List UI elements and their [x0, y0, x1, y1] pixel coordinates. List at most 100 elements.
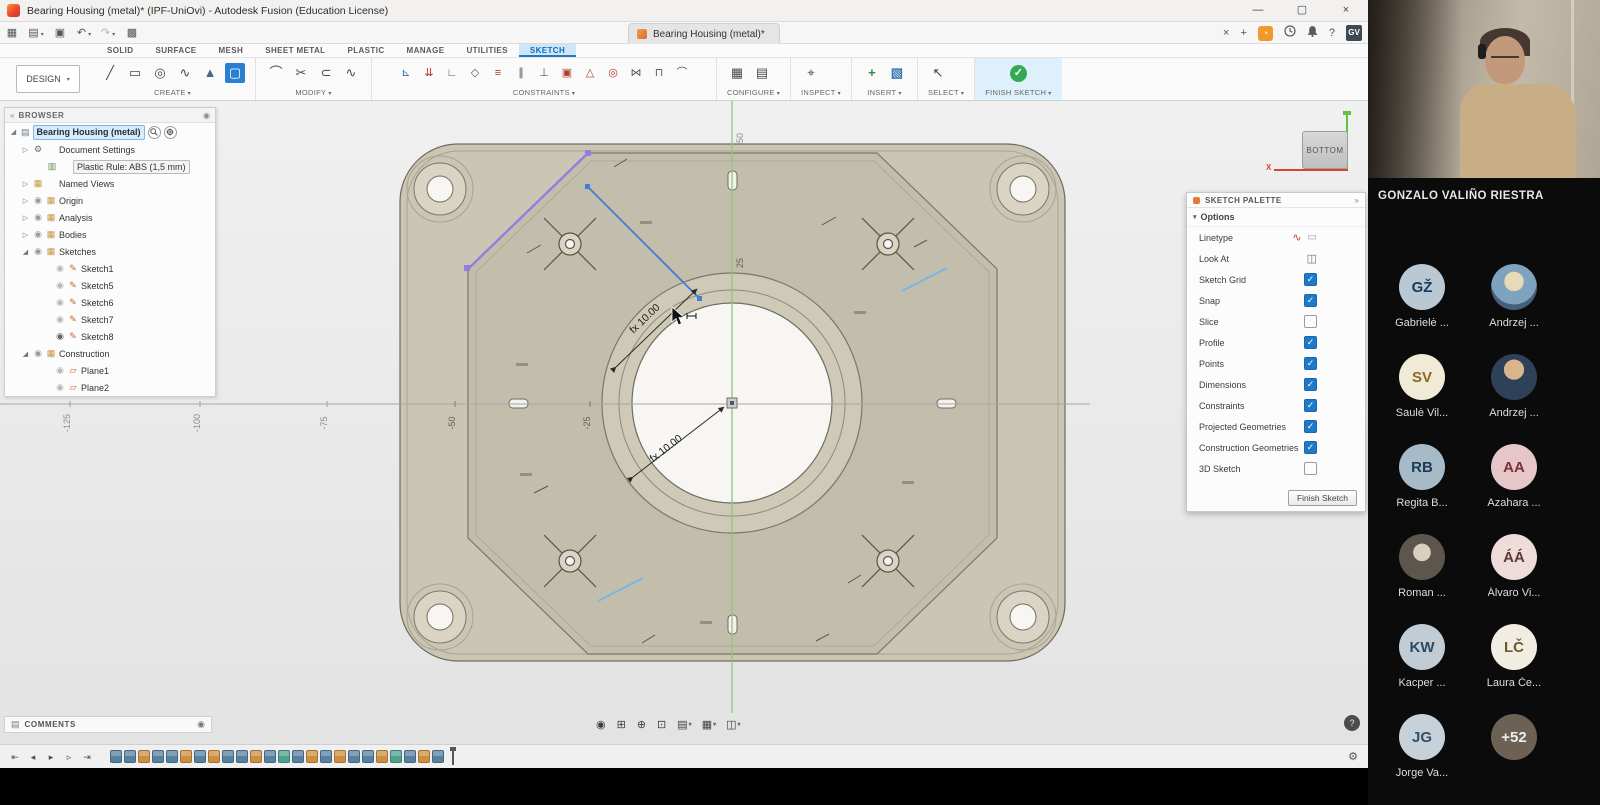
ordinate-dimension-icon[interactable]: ⇊ [421, 64, 437, 82]
participant-tile[interactable]: +52 [1468, 702, 1560, 792]
slot-icon[interactable]: ▢ [225, 63, 245, 83]
browser-row-label[interactable]: Origin [59, 196, 83, 206]
visibility-eye-icon[interactable]: ◉ [33, 212, 43, 223]
midpoint-icon[interactable]: ⊓ [651, 64, 667, 82]
timeline-feature-icon[interactable] [166, 750, 178, 763]
participant-tile[interactable]: JG Jorge Va... [1376, 702, 1468, 792]
participant-avatar[interactable]: GŽ [1399, 264, 1445, 310]
browser-row-label[interactable]: Sketch1 [81, 264, 114, 274]
ribbon-tab[interactable]: MANAGE [396, 44, 456, 57]
configure-table-icon[interactable]: ▦ [727, 63, 747, 83]
participant-avatar[interactable] [1399, 534, 1445, 580]
palette-row-control[interactable] [1307, 252, 1317, 265]
participant-tile[interactable]: GŽ Gabrielė ... [1376, 252, 1468, 342]
browser-root-row[interactable]: ◢ ▤ Bearing Housing (metal) [5, 123, 215, 141]
parallel-icon[interactable]: ∥ [513, 64, 529, 82]
browser-row[interactable]: ◉ ✎ Sketch5 [5, 277, 215, 294]
timeline-feature-icon[interactable] [180, 750, 192, 763]
participant-avatar[interactable]: KW [1399, 624, 1445, 670]
finish-sketch-dropdown[interactable]: FINISH SKETCH [985, 88, 1051, 97]
trim-icon[interactable]: ✂ [291, 63, 311, 83]
browser-row-label[interactable]: Plane1 [81, 366, 109, 376]
browser-header[interactable]: « BROWSER ◉ [5, 108, 215, 123]
visibility-eye-icon[interactable]: ◉ [33, 229, 43, 240]
browser-row[interactable]: ◉ ▱ Plane1 [5, 362, 215, 379]
spline-icon[interactable]: ∿ [175, 63, 195, 83]
timeline-scrubber[interactable] [452, 749, 454, 765]
symmetry-icon[interactable]: ⋈ [628, 64, 644, 82]
participant-tile[interactable]: LČ Laura Če... [1468, 612, 1560, 702]
modify-dropdown[interactable]: MODIFY [266, 88, 361, 97]
ribbon-tab[interactable]: SHEET METAL [254, 44, 336, 57]
file-menu-icon[interactable]: ▤ [24, 26, 48, 39]
browser-row[interactable]: ▷ ⚙ Document Settings [5, 141, 215, 158]
expand-arrow-icon[interactable]: ◢ [9, 128, 18, 136]
design-workspace-dropdown[interactable]: DESIGN [16, 65, 80, 93]
browser-row-label[interactable]: Named Views [59, 179, 114, 189]
participant-avatar[interactable]: +52 [1491, 714, 1537, 760]
save-icon[interactable]: ▣ [48, 26, 72, 39]
visibility-eye-icon[interactable]: ◉ [55, 365, 65, 376]
inspect-dropdown[interactable]: INSPECT [801, 88, 841, 97]
browser-row[interactable]: ▷ ◉ ▦ Origin [5, 192, 215, 209]
participant-avatar[interactable]: RB [1399, 444, 1445, 490]
browser-row[interactable]: ▷ ◉ ▦ Bodies [5, 226, 215, 243]
browser-row[interactable]: ◢ ◉ ▦ Construction [5, 345, 215, 362]
expand-arrow-icon[interactable]: ▷ [21, 214, 30, 222]
palette-row-control[interactable] [1304, 336, 1317, 349]
search-icon[interactable] [148, 126, 161, 139]
palette-row-control[interactable] [1304, 378, 1317, 391]
line-icon[interactable]: ╱ [100, 63, 120, 83]
timeline-feature-icon[interactable] [390, 750, 402, 763]
step-forward-button[interactable]: ▹ [62, 750, 76, 764]
palette-row-control[interactable] [1292, 231, 1317, 244]
configure-dropdown[interactable]: CONFIGURE [727, 88, 780, 97]
equal-icon[interactable]: ≡ [490, 64, 506, 82]
visibility-eye-icon[interactable]: ⚙ [33, 144, 43, 155]
visibility-eye-icon[interactable]: ◉ [55, 382, 65, 393]
browser-row[interactable]: ▥ Plastic Rule: ABS (1,5 mm) [5, 158, 215, 175]
ribbon-tab[interactable]: SURFACE [144, 44, 207, 57]
browser-row-label[interactable]: Sketch5 [81, 281, 114, 291]
orbit-icon[interactable]: ◉ [596, 718, 607, 731]
visibility-eye-icon[interactable]: ▥ [47, 161, 57, 172]
visibility-eye-icon[interactable]: ◉ [55, 331, 65, 342]
palette-row-control[interactable] [1304, 315, 1317, 328]
fix-unfix-icon[interactable]: ▣ [559, 64, 575, 82]
timeline-feature-icon[interactable] [110, 750, 122, 763]
participant-avatar[interactable] [1491, 354, 1537, 400]
collapse-palette-icon[interactable]: » [1355, 196, 1359, 205]
participant-avatar[interactable]: SV [1399, 354, 1445, 400]
timeline-feature-icon[interactable] [292, 750, 304, 763]
minimize-button[interactable]: — [1236, 0, 1280, 22]
measure-icon[interactable]: ⌖ [801, 63, 821, 83]
tangent-icon[interactable]: △ [582, 64, 598, 82]
participant-avatar[interactable]: LČ [1491, 624, 1537, 670]
timeline-feature-icon[interactable] [250, 750, 262, 763]
expand-arrow-icon[interactable]: ▷ [21, 231, 30, 239]
data-panel-icon[interactable]: ▦ [0, 26, 24, 39]
participant-tile[interactable]: Roman ... [1376, 522, 1468, 612]
visibility-eye-icon[interactable]: ◉ [55, 280, 65, 291]
palette-row-control[interactable] [1304, 420, 1317, 433]
expand-arrow-icon[interactable]: ▷ [21, 146, 30, 154]
help-icon[interactable]: ? [1329, 27, 1335, 39]
visibility-eye-icon[interactable]: ◉ [33, 246, 43, 257]
curvature-icon[interactable]: ⌒ [674, 64, 690, 82]
timeline-feature-icon[interactable] [334, 750, 346, 763]
modeling-canvas[interactable]: -125 -100 -75 -50 -25 25 50 [0, 101, 1368, 744]
root-component-label[interactable]: Bearing Housing (metal) [33, 125, 145, 140]
skip-end-button[interactable]: ⇥ [80, 750, 94, 764]
document-tab[interactable]: Bearing Housing (metal)* [628, 23, 780, 44]
browser-row[interactable]: ◉ ▱ Plane2 [5, 379, 215, 396]
browser-row-label[interactable]: Analysis [59, 213, 93, 223]
coincident-icon[interactable]: ◇ [467, 64, 483, 82]
timeline-feature-icon[interactable] [432, 750, 444, 763]
comments-bar[interactable]: ▤ COMMENTS ◉ [4, 716, 212, 733]
browser-row-label[interactable]: Sketches [59, 247, 96, 257]
skip-start-button[interactable]: ⇤ [8, 750, 22, 764]
browser-row-label[interactable]: Plane2 [81, 383, 109, 393]
browser-row[interactable]: ▷ ▦ Named Views [5, 175, 215, 192]
participant-tile[interactable]: Andrzej ... [1468, 342, 1560, 432]
participant-tile[interactable]: AA Azahara ... [1468, 432, 1560, 522]
